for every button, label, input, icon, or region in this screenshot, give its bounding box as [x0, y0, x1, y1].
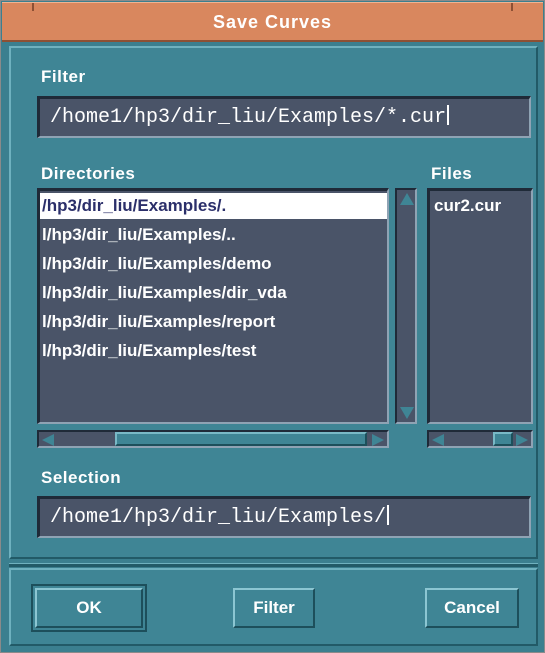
directories-list[interactable]: /hp3/dir_liu/Examples/. l/hp3/dir_liu/Exa…: [37, 188, 389, 424]
title-bar[interactable]: Save Curves: [2, 2, 543, 42]
directory-list-item[interactable]: l/hp3/dir_liu/Examples/demo: [40, 251, 387, 277]
filter-input-text: /home1/hp3/dir_liu/Examples/*.cur: [50, 106, 447, 129]
save-curves-dialog: Save Curves Filter /home1/hp3/dir_liu/Ex…: [0, 0, 545, 653]
directories-vertical-scrollbar[interactable]: [395, 188, 417, 424]
filter-label: Filter: [41, 67, 86, 86]
directory-list-item[interactable]: l/hp3/dir_liu/Examples/report: [40, 309, 387, 335]
scroll-down-arrow-icon[interactable]: [400, 407, 414, 419]
cancel-button[interactable]: Cancel: [425, 588, 519, 628]
main-panel: Filter /home1/hp3/dir_liu/Examples/*.cur…: [9, 46, 538, 559]
directory-list-item[interactable]: l/hp3/dir_liu/Examples/test: [40, 338, 387, 364]
scroll-right-arrow-icon[interactable]: [516, 434, 528, 446]
scroll-right-arrow-icon[interactable]: [372, 434, 384, 446]
file-list-item[interactable]: cur2.cur: [430, 193, 501, 219]
directories-hscroll-thumb[interactable]: [115, 432, 367, 446]
files-label: Files: [431, 164, 473, 183]
scroll-left-arrow-icon[interactable]: [42, 434, 54, 446]
filter-input[interactable]: /home1/hp3/dir_liu/Examples/*.cur: [37, 96, 531, 138]
directory-list-item[interactable]: l/hp3/dir_liu/Examples/..: [40, 222, 387, 248]
files-horizontal-scrollbar[interactable]: [427, 430, 533, 448]
directory-list-item[interactable]: l/hp3/dir_liu/Examples/dir_vda: [40, 280, 387, 306]
ok-button[interactable]: OK: [35, 588, 143, 628]
title-bar-notch-right: [511, 3, 513, 11]
filter-button[interactable]: Filter: [233, 588, 315, 628]
directories-horizontal-scrollbar[interactable]: [37, 430, 389, 448]
selection-label: Selection: [41, 468, 122, 487]
selection-input[interactable]: /home1/hp3/dir_liu/Examples/: [37, 496, 531, 538]
files-list[interactable]: cur2.cur: [427, 188, 533, 424]
scroll-left-arrow-icon[interactable]: [432, 434, 444, 446]
title-bar-notch-left: [32, 3, 34, 11]
separator: [9, 563, 538, 567]
scroll-up-arrow-icon[interactable]: [400, 193, 414, 205]
dialog-title: Save Curves: [212, 12, 333, 32]
files-hscroll-thumb[interactable]: [493, 432, 513, 446]
text-cursor: [447, 105, 450, 125]
directory-list-item[interactable]: /hp3/dir_liu/Examples/.: [40, 193, 387, 219]
button-bar: OK Filter Cancel: [9, 568, 538, 646]
text-cursor: [387, 505, 390, 525]
selection-input-text: /home1/hp3/dir_liu/Examples/: [50, 506, 387, 529]
directories-label: Directories: [41, 164, 136, 183]
